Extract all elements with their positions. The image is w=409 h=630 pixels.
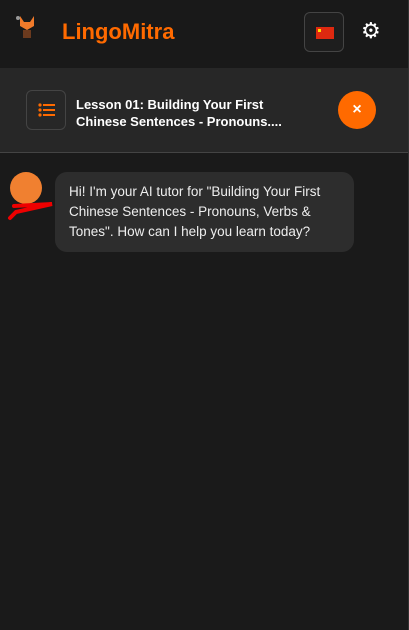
language-selector-button[interactable]	[304, 12, 344, 52]
lesson-list-button[interactable]	[26, 90, 66, 130]
tutor-message: Hi! I'm your AI tutor for "Building Your…	[55, 172, 354, 252]
list-icon	[38, 103, 55, 117]
gear-icon[interactable]: ⚙	[361, 20, 381, 42]
app-header: LingoMitra ⚙	[0, 0, 408, 68]
lesson-title: Lesson 01: Building Your First Chinese S…	[76, 97, 282, 129]
china-flag-icon	[316, 27, 334, 39]
close-lesson-button[interactable]: ×	[338, 91, 376, 129]
red-scribble-annotation	[8, 202, 53, 220]
brand-name[interactable]: LingoMitra	[62, 19, 174, 45]
fox-logo-icon	[16, 16, 34, 38]
lesson-bar: Lesson 01: Building Your First Chinese S…	[0, 68, 408, 153]
